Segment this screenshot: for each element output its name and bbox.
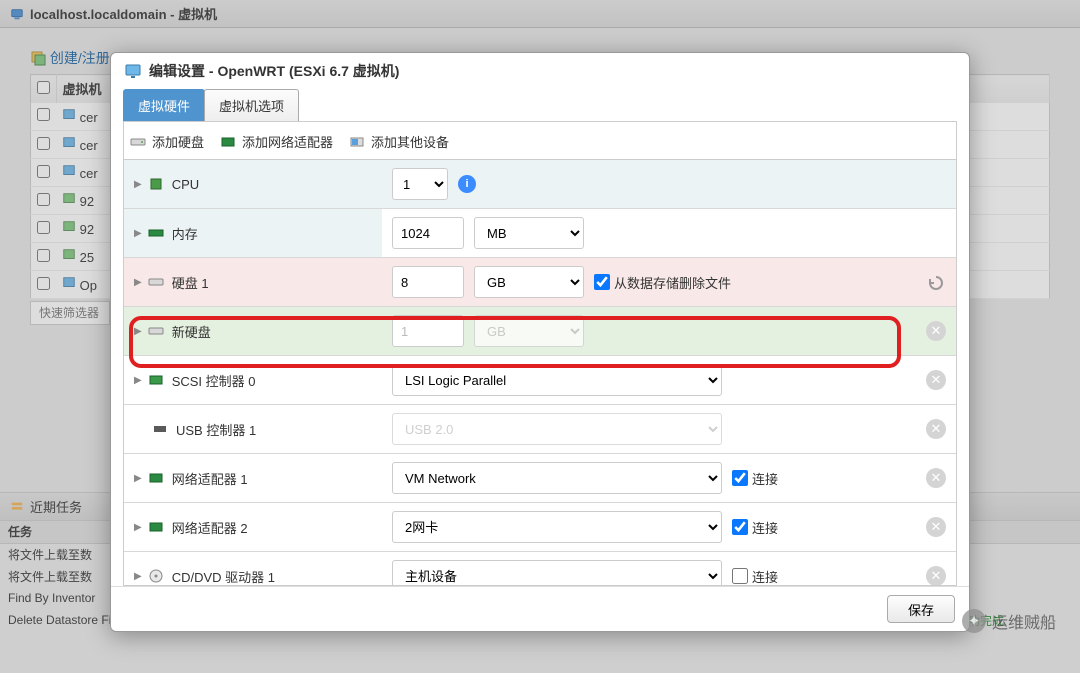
memory-icon: [148, 225, 164, 241]
usb-controller-row: USB 控制器 1 USB 2.0 ✕: [124, 405, 956, 454]
tab-virtual-hardware[interactable]: 虚拟硬件: [123, 89, 205, 121]
wechat-icon: ✦: [962, 609, 986, 633]
nic-icon: [220, 134, 236, 150]
network-adapter-2-row: ▶ 网络适配器 2 2网卡 连接 ✕: [124, 503, 956, 552]
expand-icon[interactable]: ▶: [134, 522, 142, 533]
cpu-icon: [148, 176, 164, 192]
scsi-type-select[interactable]: LSI Logic Parallel: [392, 364, 722, 396]
cpu-count-select[interactable]: 1: [392, 168, 448, 200]
edit-settings-dialog: 编辑设置 - OpenWRT (ESXi 6.7 虚拟机) 虚拟硬件 虚拟机选项…: [110, 52, 970, 632]
device-icon: [349, 134, 365, 150]
save-button[interactable]: 保存: [887, 595, 955, 623]
remove-device-icon[interactable]: ✕: [926, 370, 946, 390]
expand-icon[interactable]: ▶: [134, 571, 142, 582]
hardware-settings-list: ▶ CPU 1 i ▶ 内存 MB: [123, 159, 957, 586]
add-other-device-button[interactable]: 添加其他设备: [349, 132, 449, 151]
remove-device-icon[interactable]: ✕: [926, 566, 946, 586]
scsi-controller-row: ▶ SCSI 控制器 0 LSI Logic Parallel ✕: [124, 356, 956, 405]
expand-icon[interactable]: ▶: [134, 326, 142, 337]
remove-device-icon[interactable]: ✕: [926, 468, 946, 488]
cdrom-device-select[interactable]: 主机设备: [392, 560, 722, 586]
revert-icon[interactable]: [926, 274, 946, 290]
newdisk-size-input[interactable]: [392, 315, 464, 347]
nic-icon: [148, 470, 164, 486]
remove-device-icon[interactable]: ✕: [926, 321, 946, 341]
hard-disk-1-row: ▶ 硬盘 1 GB 从数据存储删除文件: [124, 258, 956, 307]
memory-row: ▶ 内存 MB: [124, 209, 956, 258]
expand-icon[interactable]: ▶: [134, 375, 142, 386]
expand-icon[interactable]: ▶: [134, 473, 142, 484]
usb-type-select[interactable]: USB 2.0: [392, 413, 722, 445]
newdisk-unit-select[interactable]: GB: [474, 315, 584, 347]
cpu-row: ▶ CPU 1 i: [124, 160, 956, 209]
add-hard-disk-button[interactable]: 添加硬盘: [130, 132, 204, 151]
disk-icon: [130, 134, 146, 150]
info-icon[interactable]: i: [458, 175, 476, 193]
nic1-connect-checkbox[interactable]: 连接: [732, 469, 778, 488]
delete-from-datastore-checkbox[interactable]: 从数据存储删除文件: [594, 273, 731, 292]
disk1-unit-select[interactable]: GB: [474, 266, 584, 298]
add-network-adapter-button[interactable]: 添加网络适配器: [220, 132, 333, 151]
cdrom-icon: [148, 568, 164, 584]
remove-device-icon[interactable]: ✕: [926, 517, 946, 537]
tab-vm-options[interactable]: 虚拟机选项: [204, 89, 299, 121]
nic-icon: [148, 519, 164, 535]
disk1-size-input[interactable]: [392, 266, 464, 298]
modal-overlay: 编辑设置 - OpenWRT (ESXi 6.7 虚拟机) 虚拟硬件 虚拟机选项…: [0, 0, 1080, 673]
disk-icon: [148, 323, 164, 339]
memory-size-input[interactable]: [392, 217, 464, 249]
network-adapter-1-row: ▶ 网络适配器 1 VM Network 连接 ✕: [124, 454, 956, 503]
vm-icon: [125, 63, 141, 79]
expand-icon[interactable]: ▶: [134, 179, 142, 190]
hardware-toolbar: 添加硬盘 添加网络适配器 添加其他设备: [123, 121, 957, 159]
cdrom-row: ▶ CD/DVD 驱动器 1 主机设备 连接 ✕: [124, 552, 956, 586]
scsi-icon: [148, 372, 164, 388]
new-hard-disk-row: ▶ 新硬盘 GB ✕: [124, 307, 956, 356]
expand-icon[interactable]: ▶: [134, 228, 142, 239]
nic2-network-select[interactable]: 2网卡: [392, 511, 722, 543]
nic2-connect-checkbox[interactable]: 连接: [732, 518, 778, 537]
watermark: ✦ 运维贼船: [962, 609, 1056, 633]
expand-icon[interactable]: ▶: [134, 277, 142, 288]
dialog-title: 编辑设置 - OpenWRT (ESXi 6.7 虚拟机): [149, 61, 399, 81]
disk-icon: [148, 274, 164, 290]
usb-icon: [152, 421, 168, 437]
nic1-network-select[interactable]: VM Network: [392, 462, 722, 494]
memory-unit-select[interactable]: MB: [474, 217, 584, 249]
cdrom-connect-checkbox[interactable]: 连接: [732, 567, 778, 586]
remove-device-icon[interactable]: ✕: [926, 419, 946, 439]
